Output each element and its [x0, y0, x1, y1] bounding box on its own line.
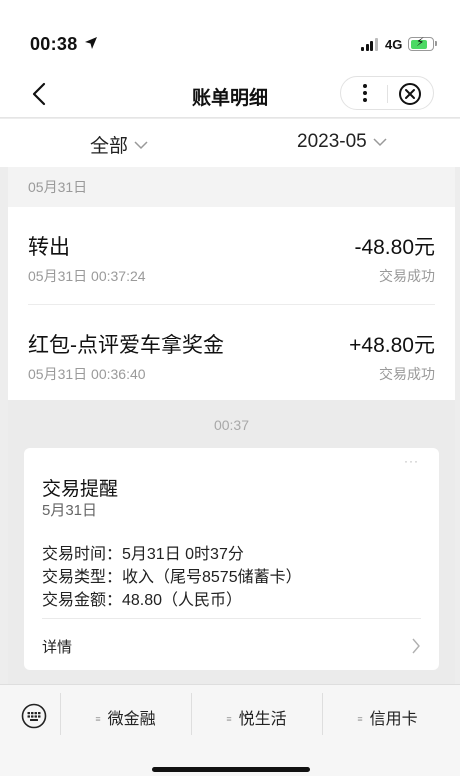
- category-filter-label: 全部: [90, 136, 129, 157]
- status-time: 00:38: [30, 34, 78, 54]
- card-divider: [42, 618, 421, 619]
- date-group-header: 05月31日: [8, 167, 455, 207]
- bill-amount: -48.80元: [354, 236, 435, 259]
- filter-bar: 全部 2023-05: [0, 119, 460, 167]
- bill-status: 交易成功: [379, 268, 435, 284]
- bill-status: 交易成功: [379, 366, 435, 382]
- card-line-time: 交易时间：5月31日 0时37分: [42, 546, 244, 563]
- bill-list: 05月31日 转出 05月31日 00:37:24 -48.80元 交易成功 红…: [8, 167, 455, 403]
- card-date: 5月31日: [42, 502, 98, 519]
- more-vertical-icon[interactable]: [353, 81, 377, 105]
- signal-icon: [361, 38, 378, 51]
- month-filter[interactable]: 2023-05: [297, 131, 387, 153]
- keyboard-icon[interactable]: [21, 703, 47, 729]
- bill-row-transfer-out[interactable]: 转出 05月31日 00:37:24 -48.80元 交易成功: [8, 207, 455, 305]
- card-line-amount: 交易金额：48.80（人民币）: [42, 592, 243, 609]
- battery-icon: ⚡: [408, 35, 437, 51]
- menu-item-micro-finance[interactable]: ≡ 微金融: [60, 705, 191, 729]
- nav-bar: 账单明细: [0, 70, 460, 118]
- menu-item-credit-card[interactable]: ≡ 信用卡: [322, 705, 453, 729]
- bill-name: 转出: [28, 236, 70, 259]
- card-title: 交易提醒: [42, 479, 119, 500]
- bill-amount: +48.80元: [349, 334, 435, 357]
- menu-list-icon: ≡: [226, 714, 232, 724]
- card-detail-link[interactable]: 详情: [42, 636, 72, 657]
- category-filter[interactable]: 全部: [90, 131, 148, 158]
- month-filter-label: 2023-05: [297, 131, 367, 152]
- chevron-down-icon: [134, 140, 148, 149]
- bottom-menu: ≡ 微金融 ≡ 悦生活 ≡ 信用卡: [0, 684, 460, 776]
- status-bar: 00:38 4G ⚡: [0, 0, 460, 70]
- card-more-dots[interactable]: ···: [404, 454, 419, 468]
- mini-program-capsule: [340, 76, 434, 110]
- close-circle-icon[interactable]: [398, 82, 422, 106]
- menu-item-label: 信用卡: [369, 711, 418, 728]
- menu-item-label: 微金融: [107, 711, 156, 728]
- chevron-right-icon: [412, 638, 420, 654]
- bill-name: 红包-点评爱车拿奖金: [28, 334, 224, 357]
- transaction-notice-card[interactable]: ··· 交易提醒 5月31日 交易时间：5月31日 0时37分 交易类型：收入（…: [24, 448, 439, 670]
- network-type: 4G: [385, 37, 403, 52]
- menu-list-icon: ≡: [95, 714, 101, 724]
- bill-row-red-packet[interactable]: 红包-点评爱车拿奖金 05月31日 00:36:40 +48.80元 交易成功: [8, 305, 455, 403]
- menu-list-icon: ≡: [357, 714, 363, 724]
- home-indicator[interactable]: [152, 767, 310, 772]
- chat-area: 00:37 ··· 交易提醒 5月31日 交易时间：5月31日 0时37分 交易…: [8, 400, 455, 684]
- chat-timestamp: 00:37: [213, 417, 250, 433]
- menu-item-life[interactable]: ≡ 悦生活: [191, 705, 322, 729]
- location-arrow-icon: [85, 37, 97, 49]
- capsule-divider: [387, 85, 388, 103]
- bill-datetime: 05月31日 00:36:40: [28, 366, 146, 382]
- chevron-down-icon: [373, 138, 387, 147]
- card-line-type: 交易类型：收入（尾号8575储蓄卡）: [42, 569, 302, 586]
- bill-datetime: 05月31日 00:37:24: [28, 268, 146, 284]
- menu-item-label: 悦生活: [238, 711, 287, 728]
